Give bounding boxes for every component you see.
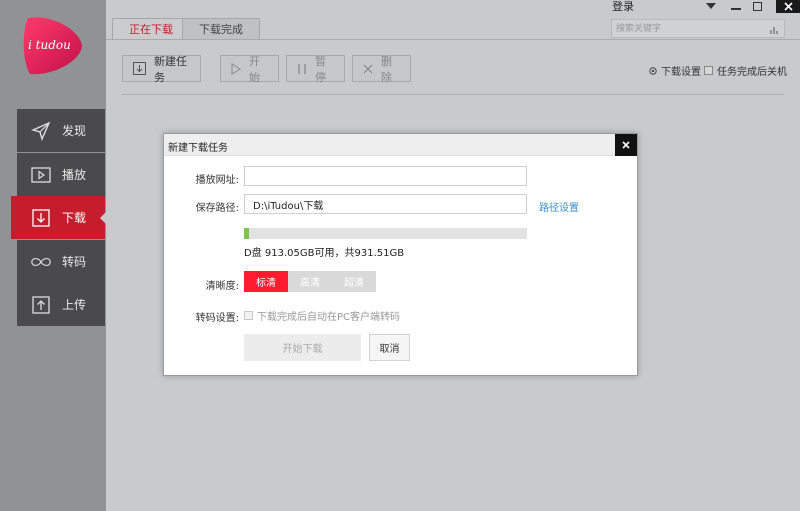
close-icon — [363, 64, 373, 74]
bar-chart-icon — [770, 24, 780, 38]
path-settings-link[interactable]: 路径设置 — [539, 199, 579, 214]
dialog-title: 新建下载任务 — [168, 143, 228, 154]
toolbar-divider — [122, 94, 784, 95]
quality-option-sd[interactable]: 标清 — [244, 271, 288, 292]
play-icon — [231, 62, 241, 75]
gear-icon — [648, 66, 658, 76]
tudou-logo: i tudou — [22, 14, 84, 78]
sidebar-item-discover[interactable]: 发现 — [17, 109, 105, 152]
checkbox-box — [244, 311, 253, 320]
pause-icon — [297, 63, 307, 75]
sidebar-item-download[interactable]: 下载 — [11, 196, 106, 239]
auto-transcode-label: 下载完成后自动在PC客户端转码 — [257, 312, 401, 323]
download-icon — [30, 207, 52, 229]
pause-button[interactable]: 暂停 — [286, 54, 345, 84]
tab-divider — [106, 39, 800, 40]
sidebar-item-upload[interactable]: 上传 — [17, 283, 105, 326]
checkbox-box — [704, 66, 713, 75]
sidebar-item-label: 发现 — [62, 124, 87, 138]
upload-icon — [30, 294, 52, 316]
pause-label: 暂停 — [315, 54, 326, 84]
start-download-button[interactable]: 开始下载 — [244, 334, 361, 361]
shutdown-after-label: 任务完成后关机 — [717, 67, 787, 78]
maximize-button[interactable] — [749, 0, 765, 12]
sidebar-item-label: 下载 — [62, 211, 87, 225]
disk-space-text: D盘 913.05GB可用，共931.51GB — [244, 248, 405, 259]
path-label: 保存路径: — [195, 203, 239, 214]
new-download-dialog: 新建下载任务 播放网址: 保存路径: 路径设置 D盘 913.05GB可用，共9… — [163, 133, 638, 376]
new-task-button[interactable]: 新建任务 — [122, 54, 201, 84]
disk-usage-bar — [244, 228, 527, 239]
dialog-header: 新建下载任务 — [164, 134, 637, 156]
shutdown-after-checkbox[interactable]: 任务完成后关机 — [704, 63, 787, 78]
sidebar-item-label: 播放 — [62, 168, 87, 182]
close-icon — [622, 141, 630, 149]
maximize-icon — [752, 1, 762, 11]
sidebar-item-label: 上传 — [62, 298, 87, 312]
menu-dropdown-button[interactable] — [703, 0, 719, 12]
start-label: 开始 — [249, 54, 260, 84]
disk-usage-fill — [244, 228, 250, 239]
play-icon — [30, 164, 52, 186]
close-icon — [783, 2, 793, 11]
close-window-button[interactable] — [776, 0, 800, 13]
logo-text: i tudou — [28, 38, 71, 52]
start-button[interactable]: 开始 — [220, 54, 279, 84]
quality-label: 清晰度: — [205, 281, 239, 292]
delete-label: 删除 — [381, 54, 392, 84]
auto-transcode-checkbox[interactable]: 下载完成后自动在PC客户端转码 — [244, 308, 400, 323]
delete-button[interactable]: 删除 — [352, 54, 411, 84]
transcode-label: 转码设置: — [195, 313, 239, 324]
quality-option-hd[interactable]: 高清 — [288, 271, 332, 292]
sidebar-item-label: 转码 — [62, 255, 87, 269]
sidebar-item-play[interactable]: 播放 — [17, 153, 105, 196]
path-input[interactable] — [244, 194, 527, 214]
sidebar-item-transcode[interactable]: 转码 — [17, 240, 105, 283]
login-link[interactable]: 登录 — [612, 0, 634, 14]
download-icon — [133, 62, 146, 75]
chevron-down-icon — [706, 2, 716, 10]
sidebar: i tudou 发现 播放 下载 转码 上传 — [0, 0, 106, 511]
new-task-label: 新建任务 — [154, 54, 187, 84]
send-icon — [30, 120, 52, 142]
url-label: 播放网址: — [195, 175, 239, 186]
download-settings-link[interactable]: 下载设置 — [648, 63, 701, 78]
search-box — [611, 19, 785, 38]
cancel-button[interactable]: 取消 — [369, 334, 410, 361]
tab-completed[interactable]: 下载完成 — [182, 18, 260, 40]
search-input[interactable] — [616, 22, 756, 36]
quality-option-fhd[interactable]: 超清 — [332, 271, 376, 292]
tab-downloading[interactable]: 正在下载 — [112, 18, 190, 40]
download-settings-label: 下载设置 — [661, 67, 701, 78]
url-input[interactable] — [244, 166, 527, 186]
minimize-icon — [731, 8, 741, 10]
minimize-button[interactable] — [728, 0, 744, 12]
infinity-icon — [30, 251, 52, 273]
dialog-close-button[interactable] — [615, 134, 637, 156]
